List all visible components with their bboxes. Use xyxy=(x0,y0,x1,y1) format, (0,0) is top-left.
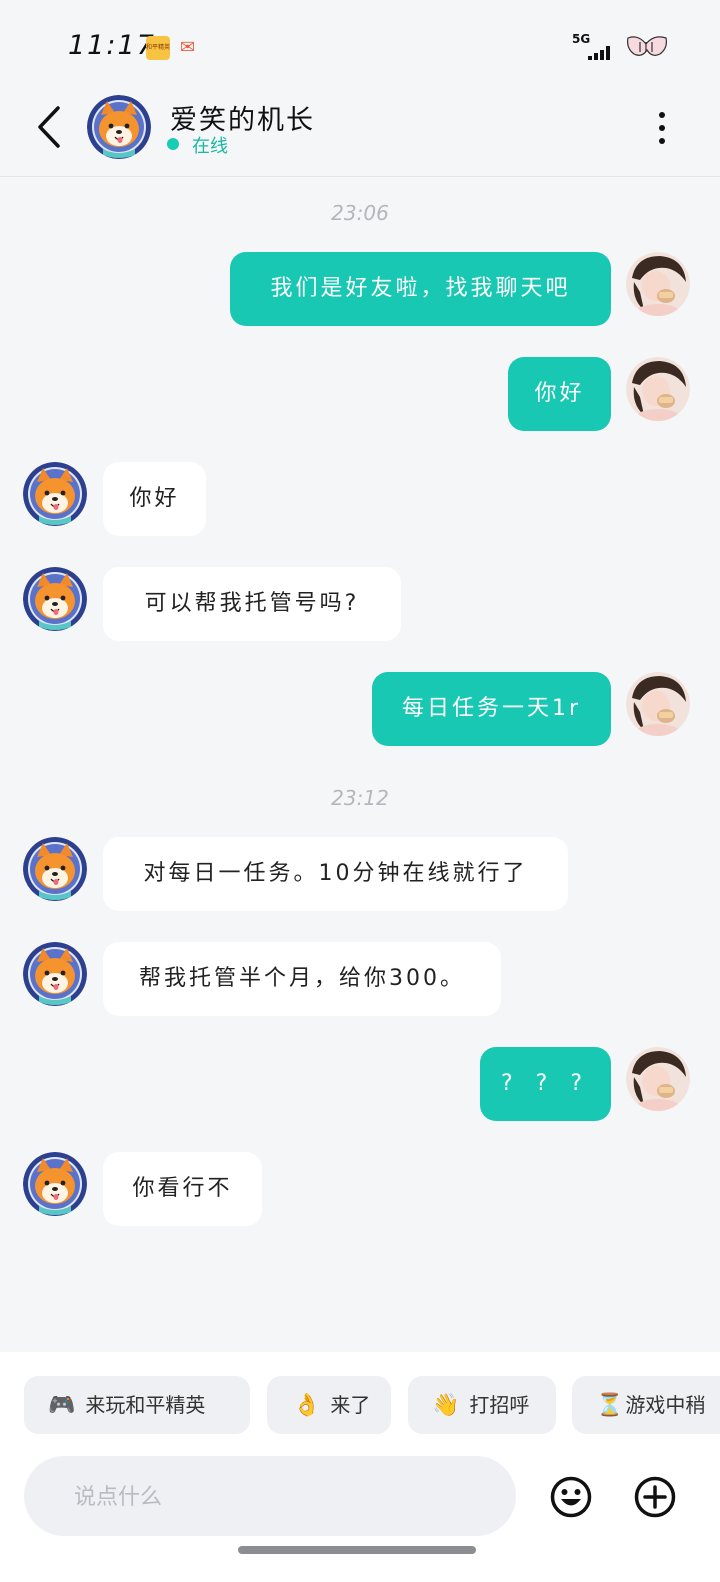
quick-reply-label: 来了 xyxy=(330,1393,371,1417)
message-bubble-incoming[interactable]: 对每日一任务。10分钟在线就行了 xyxy=(103,837,568,911)
chat-message-list[interactable]: 23:06 我们是好友啦，找我聊天吧 你好 你好 可以帮我托管号吗? 每日任务一… xyxy=(0,177,720,1352)
message-bubble-incoming[interactable]: 你好 xyxy=(103,462,206,536)
back-arrow-icon[interactable] xyxy=(30,102,70,152)
contact-avatar-small[interactable] xyxy=(23,462,87,526)
my-avatar[interactable] xyxy=(626,1047,690,1111)
chat-header: 爱笑的机长 在线 xyxy=(0,90,720,177)
add-plus-icon[interactable] xyxy=(634,1476,676,1518)
contact-avatar[interactable] xyxy=(87,95,151,159)
status-time: 11:17 xyxy=(68,30,156,61)
contact-avatar-small[interactable] xyxy=(23,942,87,1006)
message-bubble-outgoing[interactable]: 每日任务一天1r xyxy=(372,672,611,746)
network-type: 5G xyxy=(572,32,591,46)
hourglass-icon: ⏳ xyxy=(596,1393,624,1418)
message-bubble-outgoing[interactable]: 你好 xyxy=(508,357,611,431)
quick-reply-chip[interactable]: 👋 打招呼 xyxy=(408,1376,556,1434)
my-avatar[interactable] xyxy=(626,357,690,421)
quick-reply-label: 打招呼 xyxy=(469,1393,530,1417)
message-input-container[interactable] xyxy=(24,1456,516,1538)
compose-area: 🎮 来玩和平精英 👌 来了 👋 打招呼 ⏳ 游戏中稍 xyxy=(0,1352,720,1582)
message-bubble-incoming[interactable]: 可以帮我托管号吗? xyxy=(103,567,401,641)
my-avatar[interactable] xyxy=(626,672,690,736)
message-bubble-incoming[interactable]: 帮我托管半个月，给你300。 xyxy=(103,942,501,1016)
message-bubble-incoming[interactable]: 你看行不 xyxy=(103,1152,262,1226)
status-bar: 11:17 和平精英 ✉ 5G xyxy=(0,0,720,90)
contact-avatar-small[interactable] xyxy=(23,1152,87,1216)
quick-reply-chip[interactable]: 🎮 来玩和平精英 xyxy=(24,1376,250,1434)
message-input[interactable] xyxy=(72,1456,496,1538)
contact-avatar-small[interactable] xyxy=(23,837,87,901)
timestamp-label: 23:12 xyxy=(331,786,389,810)
quick-reply-chip[interactable]: 👌 来了 xyxy=(267,1376,391,1434)
message-bubble-outgoing[interactable]: ? ? ? xyxy=(480,1047,611,1121)
quick-reply-chip[interactable]: ⏳ 游戏中稍 xyxy=(572,1376,720,1434)
more-options-icon[interactable] xyxy=(650,108,674,148)
home-indicator[interactable] xyxy=(238,1546,476,1554)
quick-reply-label: 游戏中稍 xyxy=(625,1393,706,1417)
contact-avatar-small[interactable] xyxy=(23,567,87,631)
signal-icon xyxy=(588,46,610,60)
game-app-icon: 和平精英 xyxy=(146,36,170,60)
timestamp-label: 23:06 xyxy=(331,201,389,225)
online-status-text: 在线 xyxy=(192,136,228,157)
quick-reply-label: 来玩和平精英 xyxy=(85,1393,206,1417)
emoji-icon[interactable] xyxy=(550,1476,592,1518)
battery-icon xyxy=(627,36,667,56)
gamepad-icon: 🎮 xyxy=(48,1393,76,1418)
message-bubble-outgoing[interactable]: 我们是好友啦，找我聊天吧 xyxy=(230,252,611,326)
ok-hand-icon: 👌 xyxy=(293,1393,321,1418)
my-avatar[interactable] xyxy=(626,252,690,316)
notification-app-icon: ✉ xyxy=(180,37,196,58)
online-status-dot xyxy=(167,138,179,150)
wave-hand-icon: 👋 xyxy=(432,1393,460,1418)
